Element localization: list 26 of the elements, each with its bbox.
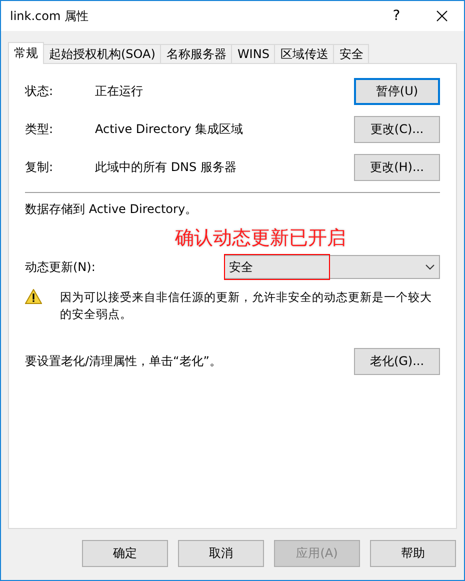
field-label: 类型: bbox=[25, 121, 54, 138]
field-label: 状态: bbox=[25, 83, 54, 100]
window-title: link.com 属性 bbox=[10, 8, 90, 24]
field-label: 复制: bbox=[25, 159, 54, 176]
aging-hint: 要设置老化/清理属性，单击“老化”。 bbox=[25, 353, 222, 370]
field-value: 此域中的所有 DNS 服务器 bbox=[95, 159, 238, 176]
storage-note: 数据存储到 Active Directory。 bbox=[25, 201, 198, 218]
dialog-button[interactable]: 确定 bbox=[82, 540, 168, 567]
tab[interactable]: 安全 bbox=[333, 44, 370, 64]
dialog-button[interactable]: 帮助 bbox=[370, 540, 456, 567]
dialog-button[interactable]: 取消 bbox=[178, 540, 264, 567]
field-value: 正在运行 bbox=[95, 83, 144, 100]
action-button[interactable]: 更改(C)... bbox=[354, 116, 440, 143]
action-button[interactable]: 暂停(U) bbox=[354, 78, 440, 105]
annotation-text: 确认动态更新已开启 bbox=[175, 226, 347, 251]
tab[interactable]: 常规 bbox=[8, 42, 44, 64]
warning-text: 因为可以接受来自非信任源的更新，允许非安全的动态更新是一个较大的安全弱点。 bbox=[60, 289, 433, 323]
warning-icon bbox=[25, 289, 42, 304]
aging-button[interactable]: 老化(G)... bbox=[354, 348, 440, 375]
close-icon bbox=[436, 10, 448, 22]
help-button[interactable]: ? bbox=[374, 1, 419, 31]
field-label: 动态更新(N): bbox=[25, 258, 96, 276]
action-button[interactable]: 更改(H)... bbox=[354, 154, 440, 181]
chevron-down-icon bbox=[425, 264, 435, 270]
field-value: Active Directory 集成区域 bbox=[95, 121, 244, 138]
dynamic-update-dropdown[interactable]: 安全 bbox=[224, 255, 440, 279]
